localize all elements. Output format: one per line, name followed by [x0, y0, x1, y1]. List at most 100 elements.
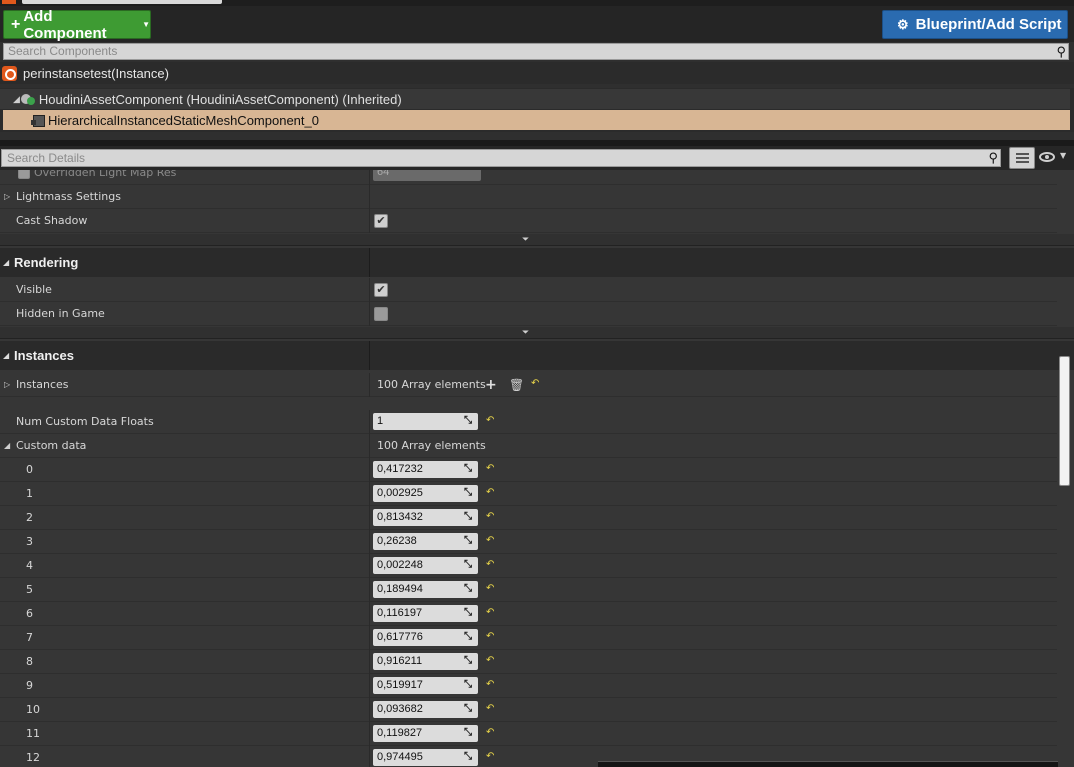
custom-data-value-input[interactable]: 0,002925 ⤡: [373, 485, 478, 502]
spin-arrows-icon[interactable]: ⤡: [464, 583, 474, 595]
custom-data-index: 4: [26, 559, 33, 572]
instances-row: ▷ Instances 100 Array elements + 🗑 ↶: [0, 373, 1057, 397]
reset-arrow-icon[interactable]: ↶: [486, 631, 496, 643]
hidden-in-game-checkbox[interactable]: [374, 307, 388, 321]
rendering-category-label: Rendering: [14, 255, 79, 270]
overridden-light-map-checkbox[interactable]: [18, 170, 30, 179]
custom-data-index: 9: [26, 679, 33, 692]
custom-data-value-input[interactable]: 0,519917 ⤡: [373, 677, 478, 694]
reset-arrow-icon[interactable]: ↶: [486, 487, 496, 499]
custom-data-value-input[interactable]: 0,417232 ⤡: [373, 461, 478, 478]
custom-data-element-row: 0 0,417232 ⤡ ↶: [0, 458, 1057, 482]
advanced-expander[interactable]: ⏷: [0, 327, 1074, 339]
collapse-triangle-icon[interactable]: ◢: [3, 341, 9, 370]
collapse-triangle-icon[interactable]: ◢: [13, 94, 20, 105]
spin-arrows-icon[interactable]: ⤡: [464, 607, 474, 619]
scrollbar-thumb[interactable]: [1059, 356, 1070, 486]
custom-data-value: 0,093682: [377, 703, 423, 715]
custom-data-value-input[interactable]: 0,002248 ⤡: [373, 557, 478, 574]
gear-icon: ⚙: [897, 16, 909, 32]
instances-value: 100 Array elements: [377, 378, 486, 391]
details-toolbar: Search Details ⚲ ▼: [0, 146, 1074, 170]
add-element-icon[interactable]: +: [485, 373, 497, 397]
custom-data-value: 0,974495: [377, 751, 423, 763]
spin-arrows-icon[interactable]: ⤡: [464, 415, 474, 427]
custom-data-value: 100 Array elements: [377, 439, 486, 452]
reset-arrow-icon[interactable]: ↶: [486, 679, 496, 691]
spin-arrows-icon[interactable]: ⤡: [464, 727, 474, 739]
spin-arrows-icon[interactable]: ⤡: [464, 655, 474, 667]
add-component-label: Add Component: [23, 7, 107, 42]
custom-data-index: 7: [26, 631, 33, 644]
collapse-triangle-icon[interactable]: ◢: [4, 434, 10, 458]
custom-data-index: 2: [26, 511, 33, 524]
component-tree-root[interactable]: perinstansetest(Instance): [0, 62, 1074, 84]
custom-data-label: Custom data: [16, 439, 87, 452]
visible-checkbox[interactable]: ✔: [374, 283, 388, 297]
reset-arrow-icon[interactable]: ↶: [486, 511, 496, 523]
reset-arrow-icon[interactable]: ↶: [486, 607, 496, 619]
spin-arrows-icon[interactable]: ⤡: [464, 511, 474, 523]
reset-arrow-icon[interactable]: ↶: [486, 727, 496, 739]
num-custom-data-floats-input[interactable]: 1 ⤡: [373, 413, 478, 430]
reset-arrow-icon[interactable]: ↶: [531, 378, 541, 390]
view-options-button[interactable]: ▼: [1038, 149, 1072, 167]
custom-data-value-input[interactable]: 0,093682 ⤡: [373, 701, 478, 718]
spin-arrows-icon[interactable]: ⤡: [464, 679, 474, 691]
reset-arrow-icon[interactable]: ↶: [486, 559, 496, 571]
custom-data-value-input[interactable]: 0,119827 ⤡: [373, 725, 478, 742]
reset-arrow-icon[interactable]: ↶: [486, 703, 496, 715]
spin-arrows-icon[interactable]: ⤡: [464, 463, 474, 475]
search-icon: ⚲: [988, 150, 998, 165]
cast-shadow-checkbox[interactable]: ✔: [374, 214, 388, 228]
custom-data-value-input[interactable]: 0,617776 ⤡: [373, 629, 478, 646]
root-component-label: perinstansetest(Instance): [23, 65, 169, 81]
custom-data-value-input[interactable]: 0,974495 ⤡: [373, 749, 478, 766]
category-instances[interactable]: ◢ Instances: [0, 341, 1074, 370]
blueprint-add-script-button[interactable]: ⚙ Blueprint/Add Script: [882, 10, 1068, 39]
expand-triangle-icon[interactable]: ▷: [4, 373, 10, 397]
custom-data-value-input[interactable]: 0,116197 ⤡: [373, 605, 478, 622]
reset-arrow-icon[interactable]: ↶: [486, 535, 496, 547]
custom-data-value: 0,916211: [377, 655, 423, 667]
lightmass-settings-label: Lightmass Settings: [16, 190, 121, 203]
trash-icon[interactable]: 🗑: [509, 373, 524, 397]
spin-arrows-icon[interactable]: ⤡: [464, 751, 474, 763]
instances-label: Instances: [16, 378, 69, 391]
property-matrix-button[interactable]: [1009, 147, 1035, 169]
search-components-input[interactable]: Search Components ⚲: [3, 43, 1069, 60]
category-rendering[interactable]: ◢ Rendering: [0, 248, 1074, 277]
expand-triangle-icon[interactable]: ▷: [4, 185, 10, 209]
advanced-expander[interactable]: ⏷: [0, 234, 1074, 246]
reset-arrow-icon[interactable]: ↶: [486, 751, 496, 763]
custom-data-value: 0,189494: [377, 583, 423, 595]
spin-arrows-icon[interactable]: ⤡: [464, 535, 474, 547]
custom-data-index: 5: [26, 583, 33, 596]
overridden-light-map-input[interactable]: 64: [373, 170, 481, 181]
custom-data-value-input[interactable]: 0,813432 ⤡: [373, 509, 478, 526]
instanced-mesh-icon: [31, 113, 46, 127]
custom-data-value-input[interactable]: 0,189494 ⤡: [373, 581, 478, 598]
custom-data-index: 12: [26, 751, 40, 764]
houdini-asset-icon: [20, 93, 36, 106]
spin-arrows-icon[interactable]: ⤡: [464, 703, 474, 715]
custom-data-element-row: 1 0,002925 ⤡ ↶: [0, 482, 1057, 506]
collapse-triangle-icon[interactable]: ◢: [3, 248, 9, 277]
spin-arrows-icon[interactable]: ⤡: [464, 487, 474, 499]
reset-arrow-icon[interactable]: ↶: [486, 583, 496, 595]
lightmass-settings-row[interactable]: ▷ Lightmass Settings: [0, 185, 1057, 209]
reset-arrow-icon[interactable]: ↶: [486, 655, 496, 667]
search-details-input[interactable]: Search Details ⚲: [1, 149, 1001, 167]
reset-arrow-icon[interactable]: ↶: [486, 415, 496, 427]
reset-arrow-icon[interactable]: ↶: [486, 463, 496, 475]
tree-item-selected[interactable]: HierarchicalInstancedStaticMeshComponent…: [3, 110, 1070, 130]
spin-arrows-icon[interactable]: ⤡: [464, 631, 474, 643]
tab-stub[interactable]: [22, 0, 222, 4]
custom-data-value-input[interactable]: 0,26238 ⤡: [373, 533, 478, 550]
add-component-button[interactable]: + Add Component ▼: [3, 7, 151, 42]
overridden-light-map-row: Overridden Light Map Res 64: [0, 170, 1057, 185]
custom-data-value-input[interactable]: 0,916211 ⤡: [373, 653, 478, 670]
tree-item-inherited[interactable]: ◢ HoudiniAssetComponent (HoudiniAssetCom…: [0, 89, 1070, 109]
spin-arrows-icon[interactable]: ⤡: [464, 559, 474, 571]
search-details-placeholder: Search Details: [7, 151, 86, 165]
